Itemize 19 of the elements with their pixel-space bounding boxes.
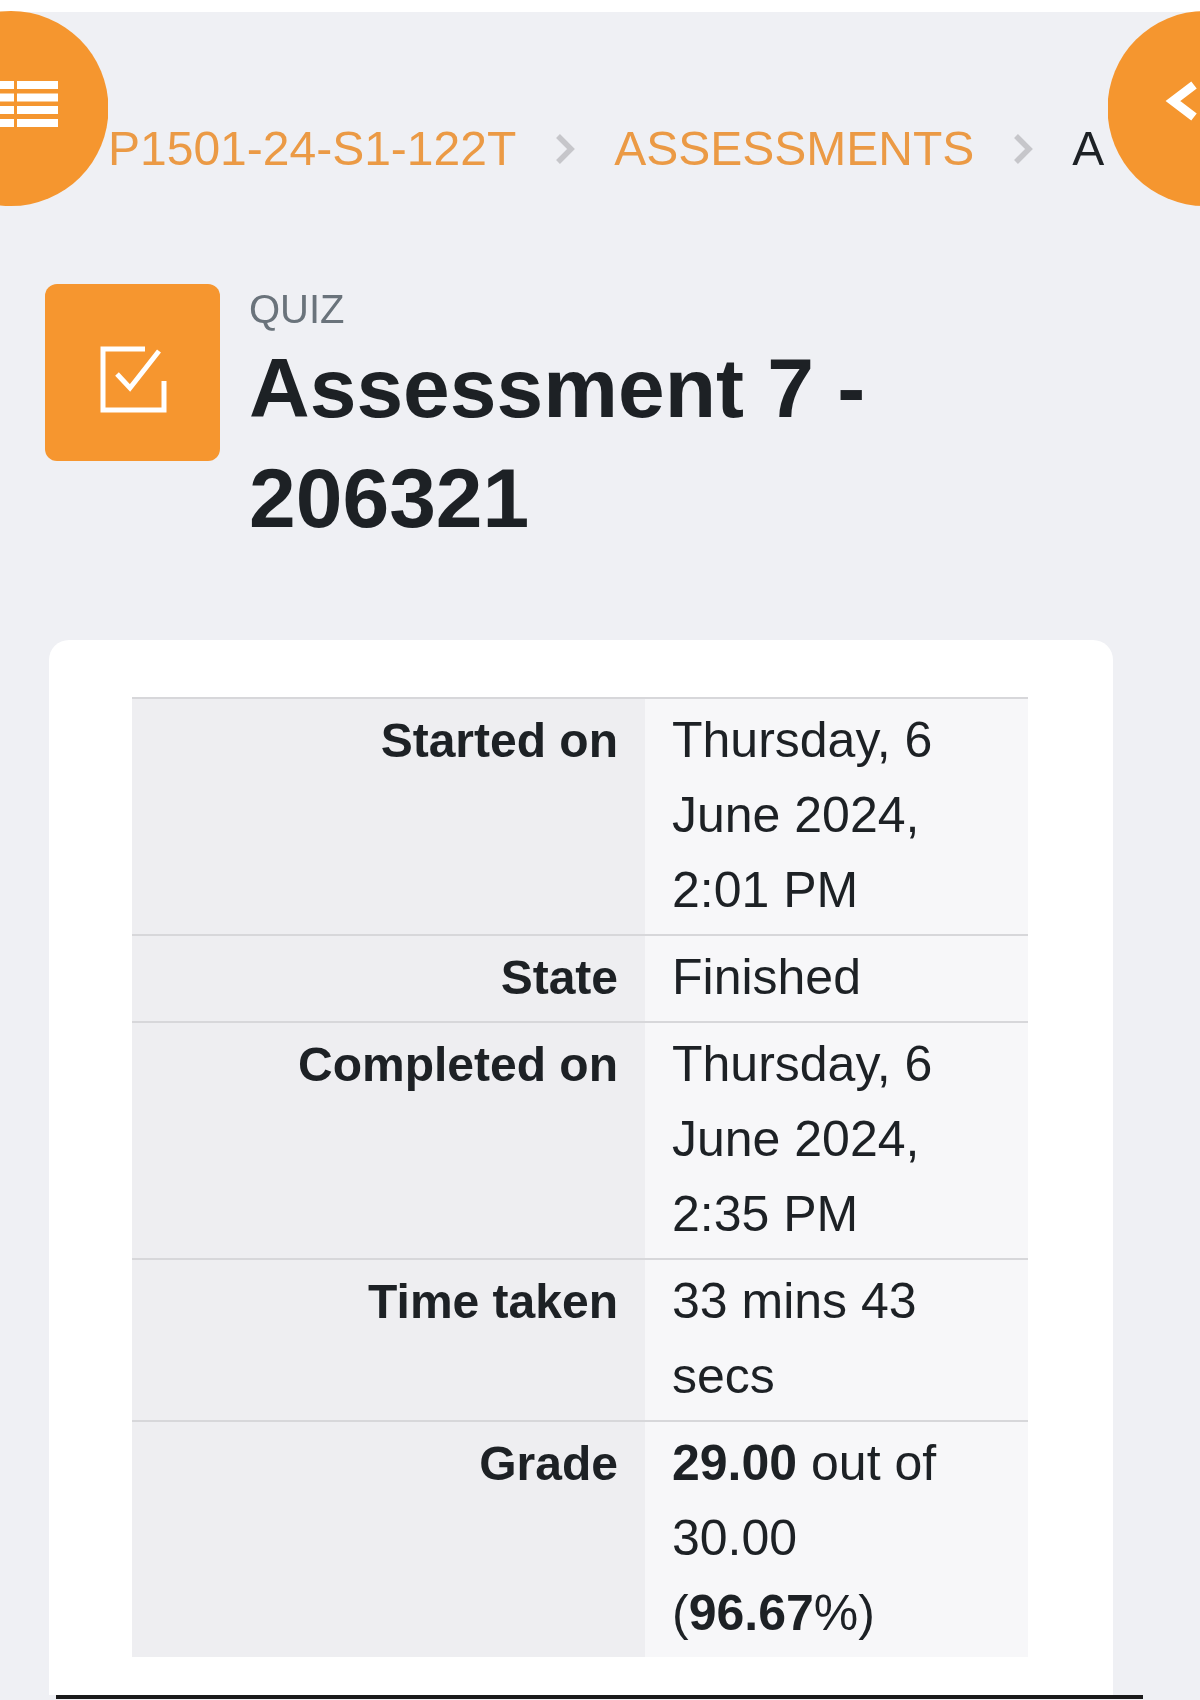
field-value: Thursday, 6 June 2024, 2:01 PM <box>645 698 1028 935</box>
field-value: Finished <box>645 935 1028 1022</box>
breadcrumb-link[interactable]: P1501-24-S1-122T <box>108 119 517 179</box>
list-icon <box>0 81 58 127</box>
field-label: State <box>132 935 645 1022</box>
activity-type-label: QUIZ <box>249 286 346 333</box>
field-value: Thursday, 6 June 2024, 2:35 PM <box>645 1022 1028 1259</box>
chevron-right-icon <box>554 132 577 166</box>
field-label: Completed on <box>132 1022 645 1259</box>
field-label: Time taken <box>132 1259 645 1421</box>
checked-box-icon <box>45 284 220 461</box>
breadcrumb-current: A <box>1072 121 1105 177</box>
field-label: Grade <box>132 1421 645 1657</box>
field-value: 29.00 out of 30.00 (96.67%) <box>645 1421 1028 1657</box>
page-title: Assessment 7 - 206321 <box>249 340 867 547</box>
breadcrumb-link[interactable]: ASSESSMENTS <box>614 119 975 179</box>
chevron-left-icon <box>1163 81 1199 121</box>
field-label: Started on <box>132 698 645 935</box>
chevron-right-icon <box>1012 132 1035 166</box>
